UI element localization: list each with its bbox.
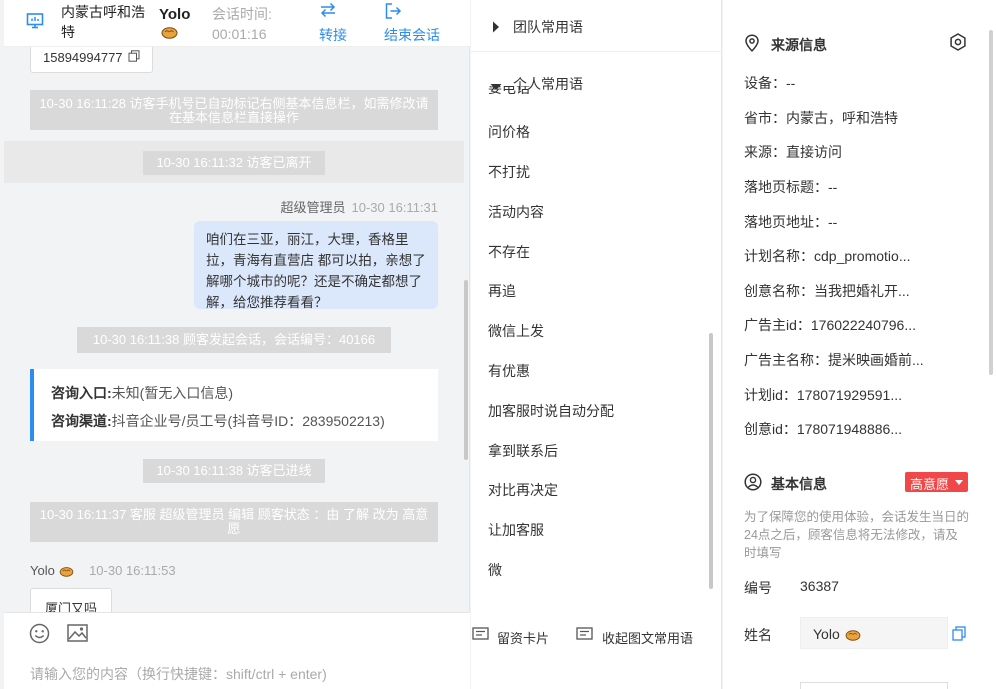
visitor-location: 内蒙古呼和浩特	[61, 4, 145, 40]
source-advertiser-id: 广告主id：176022240796...	[744, 317, 916, 333]
source-landing-title: 落地页标题：--	[744, 179, 838, 195]
intent-status-dropdown[interactable]: 高意愿	[905, 472, 968, 492]
source-device: 设备：--	[744, 75, 796, 91]
caret-down-icon	[955, 480, 963, 485]
name-value: Yolo	[813, 626, 840, 642]
consult-channel-row: 咨询渠道:抖音企业号/员工号(抖音号ID：2839502213)	[51, 407, 438, 435]
monitor-icon	[26, 12, 44, 33]
chat-header: 内蒙古呼和浩特 Yolo 会话时间: 00:01:16 转接 结束会话	[4, 0, 470, 47]
consult-channel-label: 咨询渠道:	[51, 413, 112, 429]
copy-icon[interactable]	[952, 626, 966, 644]
source-creative-name: 创意名称：当我把婚礼开...	[744, 283, 910, 299]
agent-message-bubble: 咱们在三亚，丽江，大理，香格里拉，青海有直营店 都可以拍，亲想了解哪个城市的呢？…	[194, 221, 438, 310]
phrase-item[interactable]: 问价格	[488, 122, 530, 142]
number-value: 36387	[800, 578, 839, 594]
bread-emoji-icon	[59, 565, 78, 580]
session-time-value: 00:01:16	[212, 26, 267, 42]
phrase-item[interactable]: 加客服时说自动分配	[488, 401, 614, 421]
message-list[interactable]: 15894994777 10-30 16:11:28 访客手机号已自动标记右侧基…	[4, 47, 470, 612]
exit-icon	[384, 2, 402, 23]
transfer-label: 转接	[319, 27, 347, 43]
source-creative-id: 创意id：178071948886...	[744, 421, 902, 437]
team-phrase-label: 团队常用语	[513, 19, 583, 35]
phrase-item[interactable]: 微信上发	[488, 321, 544, 341]
phrase-item[interactable]: 不打扰	[488, 162, 530, 182]
intent-status-label: 高意愿	[910, 477, 950, 492]
phrase-item[interactable]: 微	[488, 560, 502, 580]
quick-phrase-panel: 团队常用语 个人常用语 要电话 问价格 不打扰 活动内容 不存在 再追 微信上发…	[471, 0, 722, 689]
settings-icon[interactable]	[949, 33, 967, 54]
end-session-label: 结束会话	[384, 27, 440, 43]
session-time-label: 会话时间:	[212, 6, 272, 22]
consult-entry-row: 咨询入口:未知(暂无入口信息)	[51, 379, 438, 407]
system-message: 10-30 16:11:38 顾客发起会话，会话编号：40166	[77, 327, 391, 353]
basic-info-title: 基本信息	[771, 476, 827, 492]
visitor-message-bubble: 厦门又吗	[30, 588, 112, 612]
visitor-time: 10-30 16:11:53	[89, 563, 176, 578]
phrase-scrollbar[interactable]	[709, 333, 713, 589]
phrase-item[interactable]: 让加客服	[488, 520, 544, 540]
message-input[interactable]: 请输入您的内容（换行快捷键：shift/ctrl + enter)	[30, 664, 327, 684]
system-message: 10-30 16:11:37 客服 超级管理员 编辑 顾客状态 ：由 了解 改为…	[30, 502, 438, 542]
bread-emoji-icon	[845, 628, 861, 644]
name-field[interactable]: Yolo	[800, 617, 948, 649]
source-advertiser-name: 广告主名称：提米映画婚前...	[744, 352, 924, 368]
collapse-phrases-label: 收起图文常用语	[602, 631, 694, 646]
source-plan-name: 计划名称：cdp_promotio...	[744, 248, 911, 264]
system-message: 10-30 16:11:38 访客已进线	[143, 459, 325, 483]
chat-input-area[interactable]: 请输入您的内容（换行快捷键：shift/ctrl + enter)	[4, 612, 470, 689]
location-pin-icon	[744, 34, 760, 55]
chat-panel: 内蒙古呼和浩特 Yolo 会话时间: 00:01:16 转接 结束会话 1589…	[0, 0, 470, 689]
caret-right-icon	[492, 20, 500, 36]
phrase-item[interactable]: 拿到联系后	[488, 441, 558, 461]
copy-icon[interactable]	[128, 50, 140, 65]
system-message: 10-30 16:11:28 访客手机号已自动标记右侧基本信息栏，如需修改请在基…	[30, 90, 438, 130]
source-info-title: 来源信息	[771, 37, 827, 53]
bread-emoji-icon	[161, 26, 178, 42]
source-landing-url: 落地页地址：--	[744, 214, 838, 230]
source-channel: 来源：直接访问	[744, 144, 842, 160]
phrase-item[interactable]: 活动内容	[488, 202, 544, 222]
phrase-item[interactable]: 再追	[488, 281, 516, 301]
agent-time: 10-30 16:11:31	[351, 200, 439, 215]
phrase-item[interactable]: 有优惠	[488, 361, 530, 381]
consult-entry-value: 未知(暂无入口信息)	[111, 385, 233, 401]
visitor-sender: Yolo	[30, 563, 55, 578]
image-icon[interactable]	[67, 624, 88, 645]
consult-entry-label: 咨询入口:	[51, 385, 112, 401]
number-label: 编号	[744, 580, 772, 596]
leave-card-label: 留资卡片	[497, 631, 550, 646]
team-phrase-group[interactable]: 团队常用语	[471, 0, 722, 52]
card-icon	[472, 627, 489, 645]
source-province-city: 省市：内蒙古，呼和浩特	[744, 110, 898, 126]
user-icon	[744, 473, 762, 494]
name-label: 姓名	[744, 627, 772, 643]
phone-number: 15894994777	[43, 50, 123, 65]
visitor-info-panel: 来源信息 设备：-- 省市：内蒙古，呼和浩特 来源：直接访问 落地页标题：-- …	[723, 0, 996, 689]
card-icon	[576, 627, 593, 645]
phrase-item[interactable]: 不存在	[488, 242, 530, 262]
source-plan-id: 计划id：178071929591...	[744, 387, 902, 403]
basic-info-note: 为了保障您的使用体验，会话发生当日的24点之后，顾客信息将无法修改，请及时填写	[744, 510, 970, 560]
agent-name: 超级管理员	[280, 200, 346, 215]
system-message: 10-30 16:11:32 访客已离开	[143, 151, 325, 175]
emoji-icon[interactable]	[29, 623, 50, 647]
agent-meta: 超级管理员 10-30 16:11:31	[280, 197, 438, 216]
phrase-footer: 留资卡片 收起图文常用语	[471, 612, 722, 658]
info-scrollbar[interactable]	[989, 30, 993, 375]
transfer-icon	[319, 2, 337, 21]
visitor-name: Yolo	[159, 6, 191, 23]
phone-message: 15894994777	[30, 47, 153, 73]
consult-info-card: 咨询入口:未知(暂无入口信息) 咨询渠道:抖音企业号/员工号(抖音号ID：283…	[30, 369, 438, 441]
phrase-item[interactable]: 对比再决定	[488, 480, 558, 500]
phrase-list[interactable]: 问价格 不打扰 活动内容 不存在 再追 微信上发 有优惠 加客服时说自动分配 拿…	[471, 92, 722, 612]
next-field[interactable]	[800, 682, 948, 689]
consult-channel-value: 抖音企业号/员工号(抖音号ID：2839502213)	[111, 413, 385, 429]
visitor-meta: Yolo 10-30 16:11:53	[30, 563, 176, 578]
chat-scrollbar[interactable]	[464, 280, 468, 460]
